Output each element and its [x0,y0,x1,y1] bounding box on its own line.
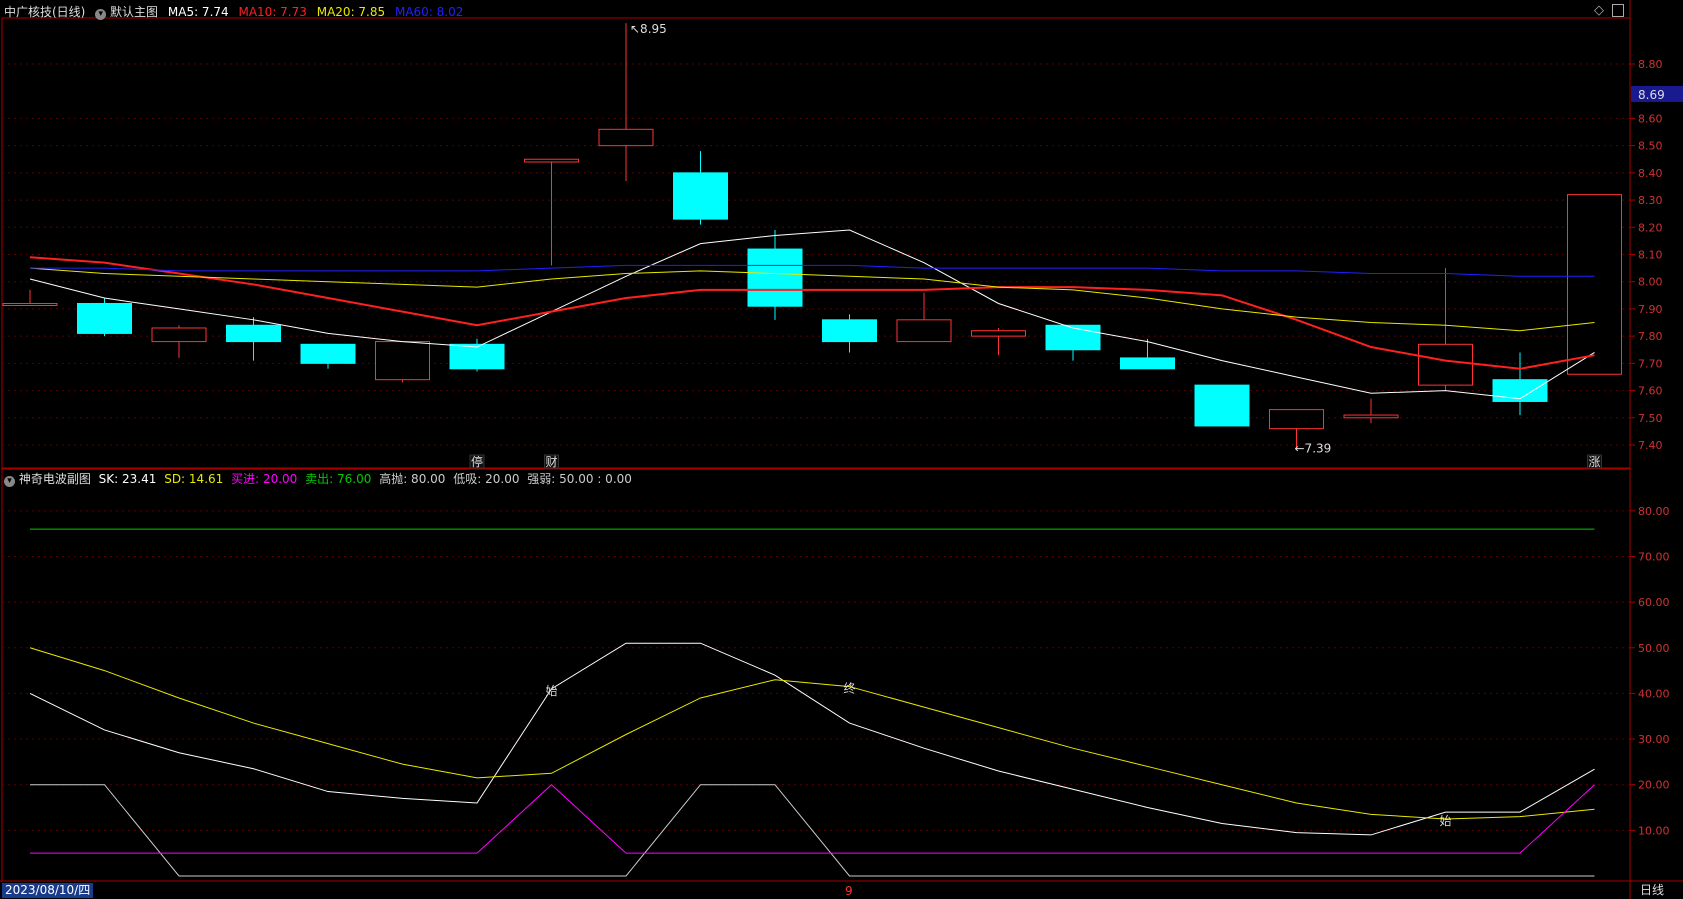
candle-body-down [449,343,505,370]
main-tick-label: 7.90 [1638,303,1663,316]
event-marker: 财 [546,455,558,469]
candle-body-up [1343,414,1399,419]
main-chart-name[interactable]: 默认主图 [110,5,158,19]
event-marker: 停 [471,454,483,469]
main-tick-label: 8.10 [1638,249,1663,262]
sub-annotation: 终 [844,681,856,696]
sk-label: SK: 23.41 [98,472,157,486]
sub-tick-label: 80.00 [1638,505,1670,518]
candle-body-down [822,319,877,343]
sub-tick-label: 10.00 [1638,824,1670,837]
candle-body-down [1120,357,1175,370]
candle-body-up [971,330,1026,337]
sub-line-buy [30,784,1595,854]
sub-menu-icon[interactable]: ▾ [4,476,15,487]
candle-body-up [151,327,207,343]
main-tick-label: 8.30 [1638,194,1663,207]
main-tick-label: 7.40 [1638,439,1663,452]
main-tick-label: 8.50 [1638,140,1663,153]
candle-body-up [598,128,654,147]
low-price-annotation: ←7.39 [1295,442,1332,456]
candle-body-down [300,343,356,364]
candle-body-up [524,158,579,163]
candle-body-down [673,172,728,220]
ma-line-ma10 [29,256,1595,370]
date-cursor-label: 2023/08/10/四 [2,883,94,898]
sub-chart-name[interactable]: 神奇电波副图 [19,472,91,486]
main-tick-label: 8.00 [1638,276,1663,289]
month-marker: 9 [845,884,853,898]
candle-body-down [747,248,803,307]
sub-line-sd [29,647,1595,820]
high-price-annotation: ↖8.95 [630,22,667,36]
main-plot-border [1,17,1631,470]
main-tick-label: 8.20 [1638,221,1663,234]
candle-body-up [375,341,430,381]
low-label: 低吸: 20.00 [453,472,520,486]
candle-body-down [1194,384,1250,427]
window-controls: ◇ [1594,3,1625,18]
sub-tick-label: 50.00 [1638,642,1670,655]
sub-tick-label: 70.00 [1638,550,1670,563]
main-tick-label: 8.80 [1638,58,1663,71]
chart-canvas: 7.40 7.50 7.60 7.70 7.80 7.90 8.00 8.10 8.20 8.30… [0,0,1683,899]
sub-tick-label: 60.00 [1638,596,1670,609]
main-tick-label: 7.80 [1638,330,1663,343]
sell-label: 卖出: 76.00 [305,472,372,486]
candle-body-down [1045,324,1101,351]
ma10-label: MA10: 7.73 [238,5,307,19]
main-tick-label: 7.60 [1638,385,1663,398]
ma5-label: MA5: 7.74 [167,5,229,19]
candle-body-up [1418,343,1473,386]
sd-label: SD: 14.61 [164,472,224,486]
ma60-label: MA60: 8.02 [394,5,464,19]
main-tick-label: 7.70 [1638,357,1663,370]
candle-body-down [77,302,132,334]
sub-plot-border [1,467,1631,882]
current-price-label: 8.69 [1638,88,1665,102]
sub-annotation: 始 [1440,814,1452,828]
sub-tick-label: 20.00 [1638,779,1670,792]
high-label: 高抛: 80.00 [379,472,446,486]
period-label[interactable]: 日线 [1640,883,1664,898]
chart-menu-icon[interactable]: ▾ [95,9,107,20]
stock-title[interactable]: 中广核技(日线) [4,5,85,19]
ma-line-ma5 [29,229,1595,400]
main-chart-header: 中广核技(日线) ▾ 默认主图 MA5: 7.74 MA10: 7.73 MA2… [4,3,463,20]
stock-chart-window: 7.40 7.50 7.60 7.70 7.80 7.90 8.00 8.10 8.20 8.30… [0,0,1683,899]
candle-body-down [226,324,281,343]
sub-tick-label: 30.00 [1638,733,1670,746]
candle-body-up [1567,194,1622,375]
diamond-icon[interactable]: ◇ [1594,3,1604,18]
candle-body-up [2,302,58,306]
main-tick-label: 8.40 [1638,167,1663,180]
sub-chart-header: ▾ 神奇电波副图 SK: 23.41 SD: 14.61 买进: 20.00 卖… [4,470,632,487]
strength-label: 强弱: 50.00 : 0.00 [527,472,632,486]
buy-label: 买进: 20.00 [231,472,298,486]
event-marker: 涨 [1589,454,1601,469]
sub-annotation: 始 [546,684,558,698]
sub-tick-label: 40.00 [1638,687,1670,700]
ma-line-ma20 [29,267,1595,332]
candle-body-up [1269,409,1324,430]
main-tick-label: 7.50 [1638,412,1663,425]
ma20-label: MA20: 7.85 [316,5,386,19]
main-tick-label: 8.60 [1638,112,1663,125]
panel-toggle-icon[interactable] [1612,4,1625,17]
candle-body-up [896,319,952,343]
